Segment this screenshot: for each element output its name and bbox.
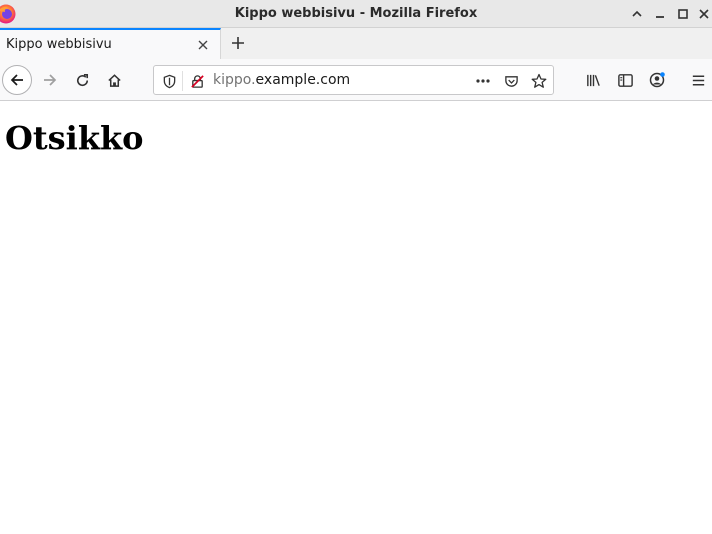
back-icon[interactable] — [2, 65, 32, 95]
tab-close-icon[interactable] — [196, 38, 210, 52]
url-separator — [182, 71, 183, 91]
url-text[interactable]: kippo.example.com — [213, 72, 350, 88]
url-domain: example.com — [255, 72, 351, 88]
close-icon[interactable] — [697, 7, 711, 21]
minimize-icon[interactable] — [653, 7, 667, 21]
account-icon[interactable] — [642, 65, 672, 95]
chevron-up-icon[interactable] — [630, 7, 644, 21]
maximize-icon[interactable] — [676, 7, 690, 21]
menu-icon[interactable] — [683, 65, 712, 95]
insecure-connection-icon[interactable] — [189, 73, 205, 89]
tab-strip: Kippo webbisivu — [0, 28, 712, 59]
sidebar-icon[interactable] — [610, 65, 640, 95]
forward-icon[interactable] — [35, 65, 65, 95]
url-subdomain: kippo. — [213, 72, 256, 88]
more-dots-icon[interactable] — [475, 73, 491, 89]
navigation-toolbar: kippo.example.com — [0, 59, 712, 101]
window-title: Kippo webbisivu - Mozilla Firefox — [234, 6, 478, 21]
page-heading: Otsikko — [5, 119, 144, 157]
star-icon[interactable] — [531, 73, 547, 89]
page-viewport: Otsikko — [0, 102, 712, 534]
tab-label: Kippo webbisivu — [6, 37, 112, 52]
window-titlebar: Kippo webbisivu - Mozilla Firefox — [0, 0, 712, 28]
library-icon[interactable] — [578, 65, 608, 95]
reload-icon[interactable] — [67, 65, 97, 95]
new-tab-icon[interactable] — [228, 33, 248, 53]
url-bar[interactable]: kippo.example.com — [153, 65, 554, 95]
tab-kippo-webbisivu[interactable]: Kippo webbisivu — [0, 28, 221, 59]
home-icon[interactable] — [99, 65, 129, 95]
pocket-icon[interactable] — [503, 73, 519, 89]
shield-icon[interactable] — [161, 73, 177, 89]
